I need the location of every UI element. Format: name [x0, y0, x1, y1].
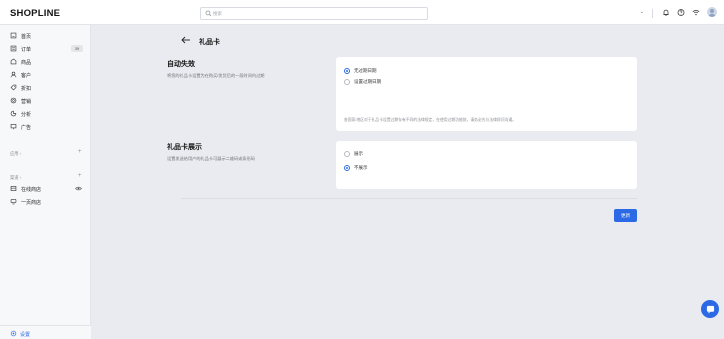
eye-icon[interactable]: [75, 185, 82, 192]
sidebar-item-home[interactable]: 首页: [0, 30, 91, 41]
bell-icon[interactable]: [662, 8, 670, 17]
analytics-icon: [10, 110, 17, 117]
discount-icon: [10, 84, 17, 91]
order-icon: [10, 45, 17, 52]
expiry-section-description: 将您的礼品卡设置为在购买/发货后的一段时间内过期: [167, 73, 265, 78]
sidebar-item-orders[interactable]: 订单 39: [0, 43, 91, 54]
chevron-down-icon: ⌄: [639, 9, 644, 15]
sidebar-item-label: 营销: [21, 99, 32, 105]
radio-button[interactable]: [344, 150, 350, 157]
sidebar: 首页 订单 39 商品 客户 折扣 营销 分析 广告 应用 › + 渠道 › +…: [0, 25, 91, 339]
add-channel-icon[interactable]: +: [78, 173, 82, 179]
update-button[interactable]: 更新: [614, 209, 637, 222]
radio-hide[interactable]: 不展示: [344, 164, 434, 172]
sidebar-item-products[interactable]: 商品: [0, 56, 91, 67]
channels-section-header[interactable]: 渠道 ›: [10, 175, 21, 181]
sidebar-item-one-page-store[interactable]: 一页商店: [0, 196, 91, 207]
radio-set-expiry[interactable]: 设置过期日期: [344, 78, 434, 86]
radio-button-selected[interactable]: [344, 67, 350, 74]
sidebar-item-label: 设置: [20, 332, 31, 338]
avatar[interactable]: [707, 7, 717, 17]
store-icon: [10, 186, 17, 191]
sidebar-item-label: 广告: [21, 125, 32, 131]
marketing-icon: [10, 97, 17, 104]
apps-section-header[interactable]: 应用 ›: [10, 151, 21, 157]
back-arrow-icon[interactable]: [181, 36, 191, 44]
product-icon: [10, 58, 17, 65]
radio-button[interactable]: [344, 78, 350, 85]
radio-label: 不展示: [354, 165, 368, 170]
sidebar-item-ads[interactable]: 广告: [0, 121, 91, 132]
order-count-badge: 39: [71, 45, 83, 52]
wifi-icon[interactable]: [692, 8, 700, 17]
page-title: 礼品卡: [199, 39, 220, 46]
sidebar-item-settings[interactable]: 设置: [0, 325, 91, 339]
ads-icon: [10, 124, 17, 130]
header-divider: [652, 9, 653, 18]
radio-label: 无过期日期: [354, 68, 377, 73]
chat-support-button[interactable]: [701, 300, 719, 318]
expiry-settings-card: 无过期日期 设置过期日期 各国家/地区对于礼品卡设置过期存有不同的法律规定，在使…: [336, 57, 637, 131]
add-app-icon[interactable]: +: [78, 149, 82, 155]
search-placeholder: 搜索: [213, 11, 222, 16]
sidebar-item-marketing[interactable]: 营销: [0, 95, 91, 106]
top-bar: SHOPLINE 搜索 ⌄: [0, 0, 724, 25]
home-icon: [10, 32, 17, 39]
sidebar-item-label: 折扣: [21, 86, 32, 92]
help-icon[interactable]: [677, 8, 685, 17]
search-input[interactable]: 搜索: [200, 7, 428, 20]
sidebar-item-customers[interactable]: 客户: [0, 69, 91, 80]
sidebar-item-label: 客户: [21, 73, 32, 79]
user-icon: [708, 9, 716, 17]
sidebar-item-discounts[interactable]: 折扣: [0, 82, 91, 93]
search-icon: [205, 10, 212, 17]
shopline-logo[interactable]: SHOPLINE: [10, 8, 60, 19]
sidebar-item-online-store[interactable]: 在线商店: [0, 183, 91, 194]
sidebar-item-label: 商品: [21, 60, 32, 66]
store-selector[interactable]: ⌄: [612, 9, 644, 17]
sidebar-item-label: 首页: [21, 34, 32, 40]
sidebar-item-label: 在线商店: [21, 187, 42, 193]
radio-label: 展示: [354, 151, 363, 156]
content-divider: [181, 198, 637, 199]
customer-icon: [10, 71, 17, 78]
one-page-store-icon: [10, 199, 17, 205]
gear-icon: [10, 330, 17, 336]
radio-button-selected[interactable]: [344, 164, 350, 171]
legal-note: 各国家/地区对于礼品卡设置过期存有不同的法律规定，在使用过期功能前，请务必先与法…: [344, 118, 516, 122]
sidebar-item-label: 一页商店: [21, 200, 42, 206]
chat-icon: [706, 305, 714, 314]
sidebar-item-analytics[interactable]: 分析: [0, 108, 91, 119]
sidebar-item-label: 订单: [21, 47, 32, 53]
display-section-title: 礼品卡展示: [167, 144, 202, 151]
radio-no-expiry[interactable]: 无过期日期: [344, 67, 434, 75]
radio-show[interactable]: 展示: [344, 150, 434, 158]
radio-label: 设置过期日期: [354, 79, 381, 84]
display-settings-card: 展示 不展示: [336, 141, 637, 189]
display-section-description: 设置发送给用户的礼品卡可展示二维码或条形码: [167, 156, 255, 161]
expiry-section-title: 自动失效: [167, 61, 195, 68]
sidebar-item-label: 分析: [21, 112, 32, 118]
